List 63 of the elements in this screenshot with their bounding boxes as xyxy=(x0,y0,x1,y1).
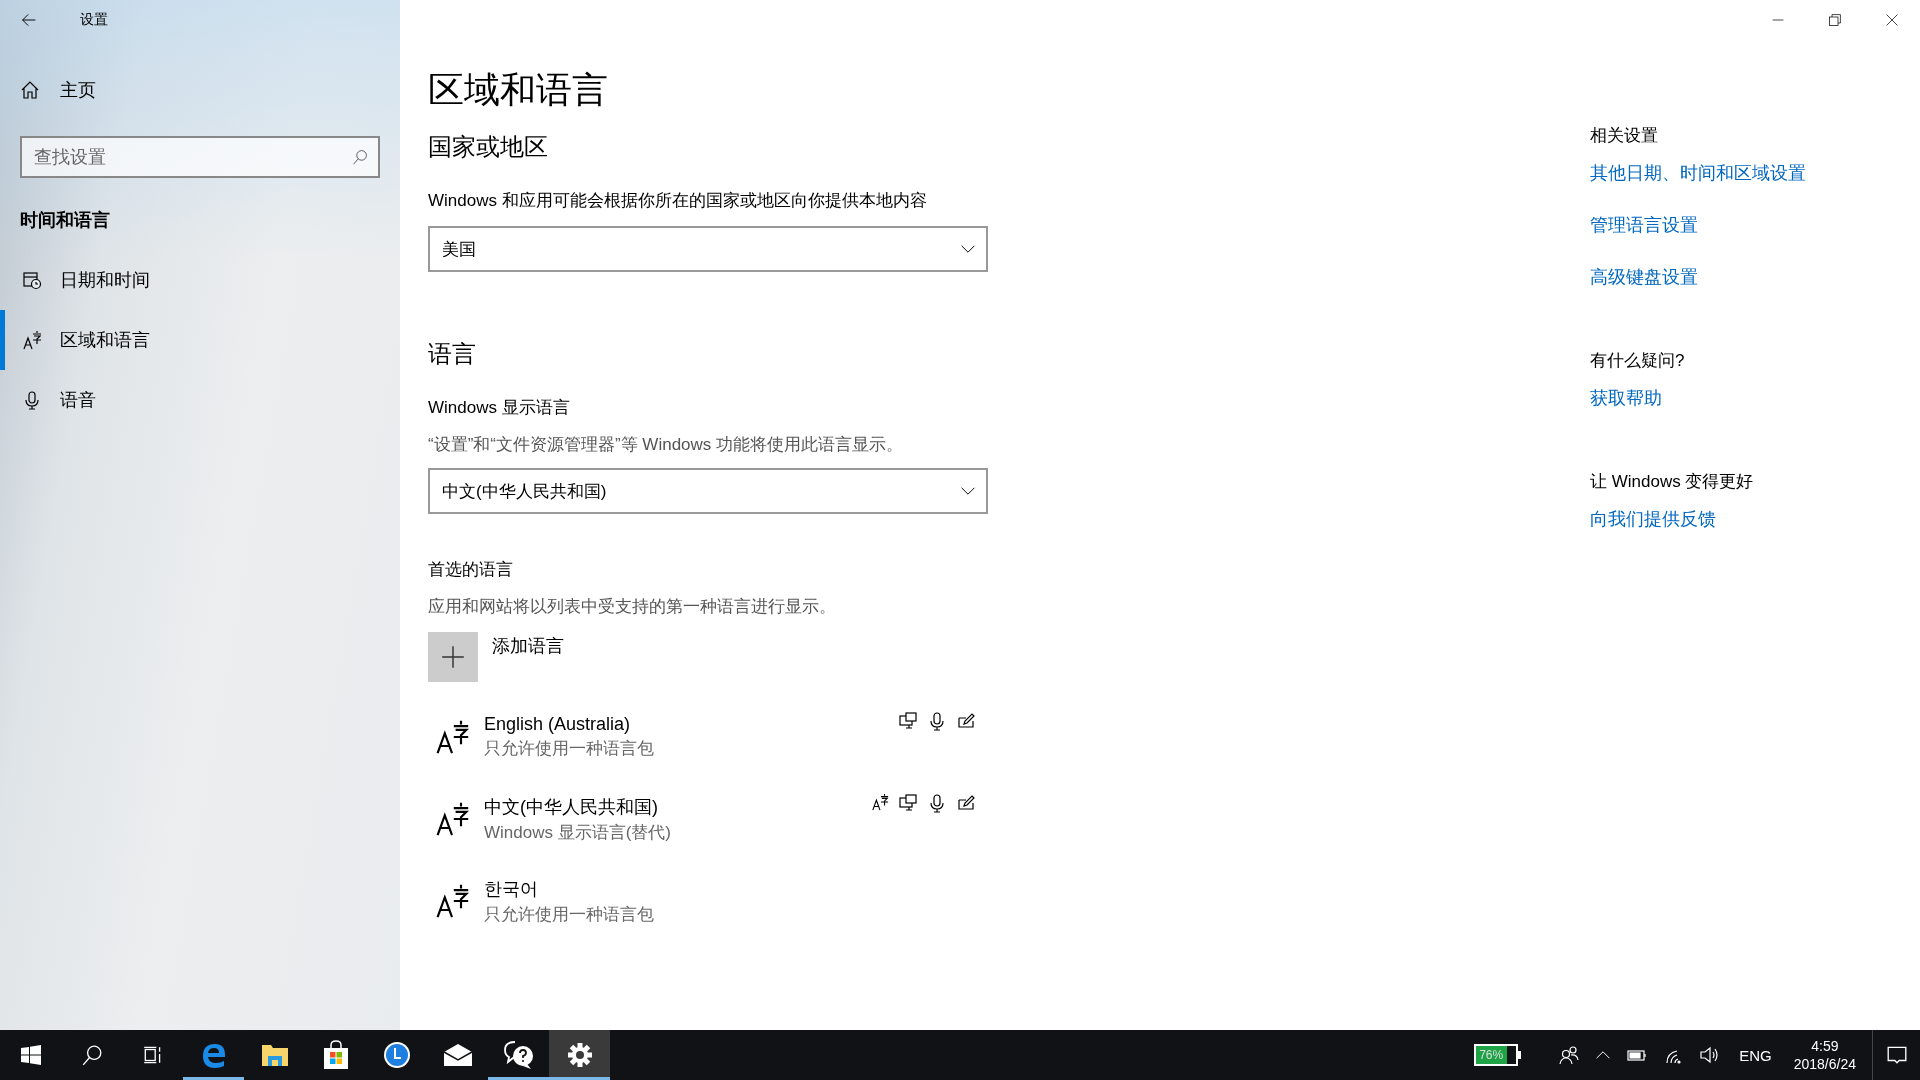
plus-icon xyxy=(441,645,465,669)
language-list-item[interactable]: English (Australia) 只允许使用一种语言包 xyxy=(428,696,982,778)
sidebar-heading: 有什么疑问? xyxy=(1590,350,1686,372)
search-icon xyxy=(352,149,368,165)
add-button[interactable] xyxy=(428,632,478,682)
description-text: “设置”和“文件资源管理器”等 Windows 功能将使用此语言显示。 xyxy=(428,434,905,456)
sidebar-heading: 相关设置 xyxy=(1590,125,1659,147)
settings-link[interactable]: 获取帮助 xyxy=(1590,386,1806,410)
language-icon xyxy=(434,719,470,755)
monitor-icon xyxy=(898,793,918,813)
restore-icon xyxy=(1828,14,1841,26)
taskbar-button[interactable] xyxy=(549,1030,610,1080)
envelope-icon xyxy=(442,1043,473,1067)
input-language-button[interactable]: ENG xyxy=(1727,1030,1784,1080)
section-heading: 语言 xyxy=(428,339,477,369)
speaker-icon xyxy=(1699,1045,1720,1065)
field-label: Windows 显示语言 xyxy=(428,397,571,419)
add-language-label: 添加语言 xyxy=(492,635,564,658)
monitor-icon xyxy=(898,711,918,731)
description-text: Windows 和应用可能会根据你所在的国家或地区向你提供本地内容 xyxy=(428,190,928,212)
close-icon xyxy=(1885,14,1898,26)
description-text: 应用和网站将以列表中受支持的第一种语言进行显示。 xyxy=(428,596,837,618)
speech-bubble-icon xyxy=(1885,1044,1908,1066)
home-icon xyxy=(20,80,40,100)
back-arrow-icon xyxy=(21,12,37,28)
page-title: 区域和语言 xyxy=(428,68,609,112)
folder-icon xyxy=(260,1042,289,1068)
section-heading: 国家或地区 xyxy=(428,132,549,162)
settings-link[interactable]: 高级键盘设置 xyxy=(1590,265,1806,289)
language-list-item[interactable]: 中文(中华人民共和国) Windows 显示语言(替代) xyxy=(428,778,982,860)
window-title: 设置 xyxy=(80,11,108,29)
region-dropdown[interactable]: 美国 xyxy=(428,226,988,272)
settings-link[interactable]: 其他日期、时间和区域设置 xyxy=(1590,161,1806,185)
sidebar-heading: 让 Windows 变得更好 xyxy=(1590,471,1755,493)
gear-icon xyxy=(566,1042,593,1068)
section-heading: 时间和语言 xyxy=(20,209,111,232)
speech-bubbles-icon xyxy=(502,1040,535,1070)
clock-icon xyxy=(382,1041,411,1069)
microphone-icon xyxy=(927,711,947,731)
people-icon xyxy=(1559,1045,1580,1065)
settings-link[interactable]: 向我们提供反馈 xyxy=(1590,507,1806,531)
search-field[interactable]: 查找设置 xyxy=(20,136,380,178)
language-icon xyxy=(434,883,470,919)
search-icon xyxy=(80,1044,103,1066)
clock-button[interactable]: 4:59 2018/6/24 xyxy=(1783,1030,1866,1080)
pen-on-paper-icon xyxy=(956,711,976,731)
home-nav-item[interactable]: 主页 xyxy=(20,70,96,110)
language-icon xyxy=(22,330,42,350)
subheading: 首选的语言 xyxy=(428,559,514,581)
battery-meter: 76% xyxy=(1474,1044,1522,1066)
microphone-icon xyxy=(22,390,42,410)
sidebar-item[interactable]: 语音 xyxy=(0,370,400,430)
pen-on-paper-icon xyxy=(956,793,976,813)
calendar-clock-icon xyxy=(22,270,42,290)
sidebar-item[interactable]: 日期和时间 xyxy=(0,250,400,310)
windows-logo-icon xyxy=(20,1045,41,1065)
language-icon xyxy=(871,793,889,811)
language-list-item[interactable]: 한국어 只允许使用一种语言包 xyxy=(428,860,982,942)
microphone-icon xyxy=(927,793,947,813)
settings-link[interactable]: 管理语言设置 xyxy=(1590,213,1806,237)
language-icon xyxy=(434,801,470,837)
display-language-dropdown[interactable]: 中文(中华人民共和国) xyxy=(428,468,988,514)
shopping-bag-icon xyxy=(321,1040,350,1070)
